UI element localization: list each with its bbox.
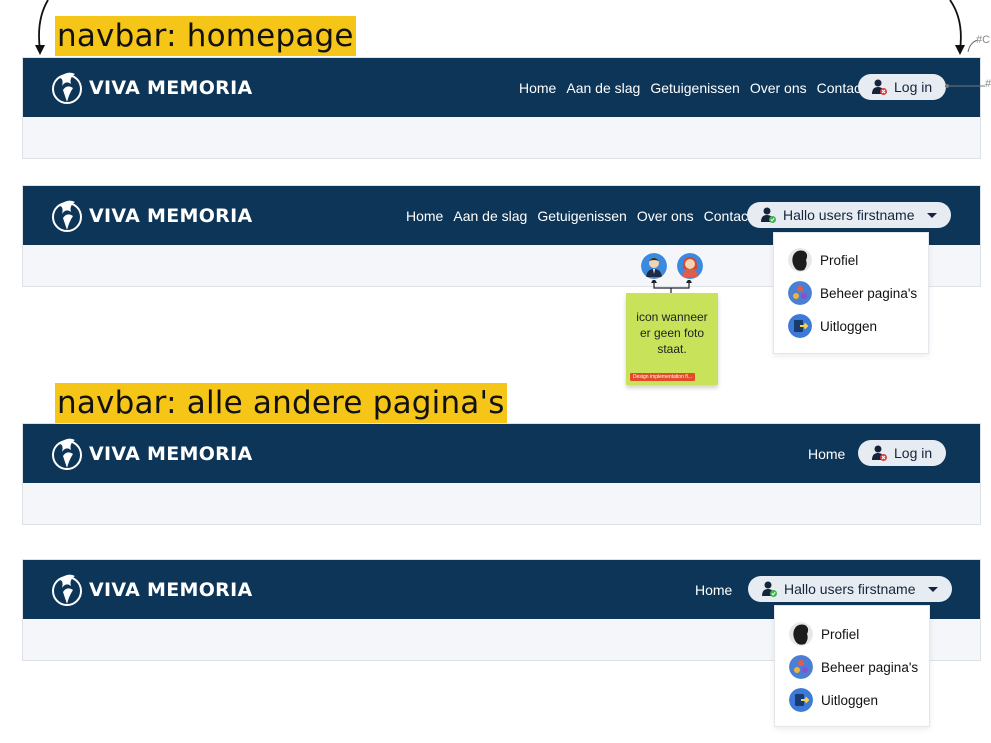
section-title-homepage: navbar: homepage [55, 16, 356, 56]
sticky-note-text: icon wanneer er geen foto staat. [636, 310, 708, 356]
brand-name: VIVA MEMORIA [89, 443, 253, 465]
menu-item-label: Uitloggen [820, 318, 878, 334]
menu-item-label: Uitloggen [821, 692, 879, 708]
nav-link-getuigenissen[interactable]: Getuigenissen [537, 208, 627, 224]
user-dropdown-menu: Profiel Beheer pagina's Uitloggen [773, 232, 929, 354]
nav-links: Home [808, 424, 845, 483]
manage-pages-icon [789, 655, 813, 679]
nav-link-home[interactable]: Home [695, 582, 732, 598]
nav-links: Home Aan de slag Getuigenissen Over ons … [406, 186, 752, 245]
brand-logo[interactable]: VIVA MEMORIA [49, 434, 252, 474]
menu-item-beheer-paginas[interactable]: Beheer pagina's [788, 280, 917, 306]
user-logged-in-icon [762, 581, 777, 597]
sticky-note-tag: Design implementation fl... [630, 373, 695, 381]
menu-item-label: Beheer pagina's [821, 659, 919, 675]
nav-links: Home [695, 560, 732, 619]
user-dropdown-menu: Profiel Beheer pagina's Uitloggen [774, 605, 930, 727]
login-label: Log in [894, 79, 933, 95]
menu-item-label: Profiel [820, 252, 859, 268]
menu-item-profiel[interactable]: Profiel [788, 247, 858, 273]
nav-link-over-ons[interactable]: Over ons [750, 80, 807, 96]
menu-item-uitloggen[interactable]: Uitloggen [789, 687, 878, 713]
nav-links: Home Aan de slag Getuigenissen Over ons … [519, 58, 865, 117]
brand-logo[interactable]: VIVA MEMORIA [49, 68, 252, 108]
nav-link-aan-de-slag[interactable]: Aan de slag [566, 80, 640, 96]
brand-logo[interactable]: VIVA MEMORIA [49, 196, 252, 236]
edge-label-mid: # [985, 78, 991, 90]
section-title-other-pages: navbar: alle andere pagina's [55, 383, 507, 423]
brand-name: VIVA MEMORIA [89, 579, 253, 601]
menu-item-label: Profiel [821, 626, 860, 642]
phoenix-logo-icon [52, 200, 82, 232]
phoenix-logo-icon [52, 438, 82, 470]
navbar-other: VIVA MEMORIA Home Log in [23, 424, 980, 483]
user-logged-out-icon [872, 445, 887, 461]
user-greeting: Hallo users firstname [783, 207, 915, 223]
profile-photo-icon [788, 248, 812, 272]
chevron-down-icon [927, 586, 938, 592]
user-menu-button[interactable]: Hallo users firstname [747, 202, 951, 228]
nav-link-over-ons[interactable]: Over ons [637, 208, 694, 224]
brand-name: VIVA MEMORIA [89, 77, 253, 99]
nav-link-home[interactable]: Home [406, 208, 443, 224]
nav-link-contact[interactable]: Contact [704, 208, 752, 224]
menu-item-profiel[interactable]: Profiel [789, 621, 859, 647]
edge-label-top: #C [976, 34, 991, 46]
default-avatar-male-icon [641, 253, 667, 279]
logout-icon [789, 688, 813, 712]
manage-pages-icon [788, 281, 812, 305]
brand-logo[interactable]: VIVA MEMORIA [49, 570, 252, 610]
user-logged-out-icon [872, 79, 887, 95]
phoenix-logo-icon [52, 574, 82, 606]
profile-photo-icon [789, 622, 813, 646]
navbar-homepage-frame: VIVA MEMORIA Home Aan de slag Getuigenis… [22, 57, 981, 159]
login-button[interactable]: Log in [858, 440, 947, 466]
menu-item-label: Beheer pagina's [820, 285, 918, 301]
nav-link-getuigenissen[interactable]: Getuigenissen [650, 80, 740, 96]
nav-link-home[interactable]: Home [519, 80, 556, 96]
navbar-homepage: VIVA MEMORIA Home Aan de slag Getuigenis… [23, 58, 980, 117]
nav-link-aan-de-slag[interactable]: Aan de slag [453, 208, 527, 224]
user-greeting: Hallo users firstname [784, 581, 916, 597]
user-logged-in-icon [761, 207, 776, 223]
logout-icon [788, 314, 812, 338]
login-label: Log in [894, 445, 933, 461]
brand-name: VIVA MEMORIA [89, 205, 253, 227]
phoenix-logo-icon [52, 72, 82, 104]
user-menu-button[interactable]: Hallo users firstname [748, 576, 952, 602]
navbar-other-frame: VIVA MEMORIA Home Log in [22, 423, 981, 525]
sticky-note: icon wanneer er geen foto staat. Design … [626, 293, 718, 385]
login-button[interactable]: Log in [858, 74, 947, 100]
default-avatar-female-icon [677, 253, 703, 279]
bracket-connector [651, 280, 692, 294]
menu-item-uitloggen[interactable]: Uitloggen [788, 313, 877, 339]
nav-link-home[interactable]: Home [808, 446, 845, 462]
chevron-down-icon [926, 212, 937, 218]
menu-item-beheer-paginas[interactable]: Beheer pagina's [789, 654, 918, 680]
